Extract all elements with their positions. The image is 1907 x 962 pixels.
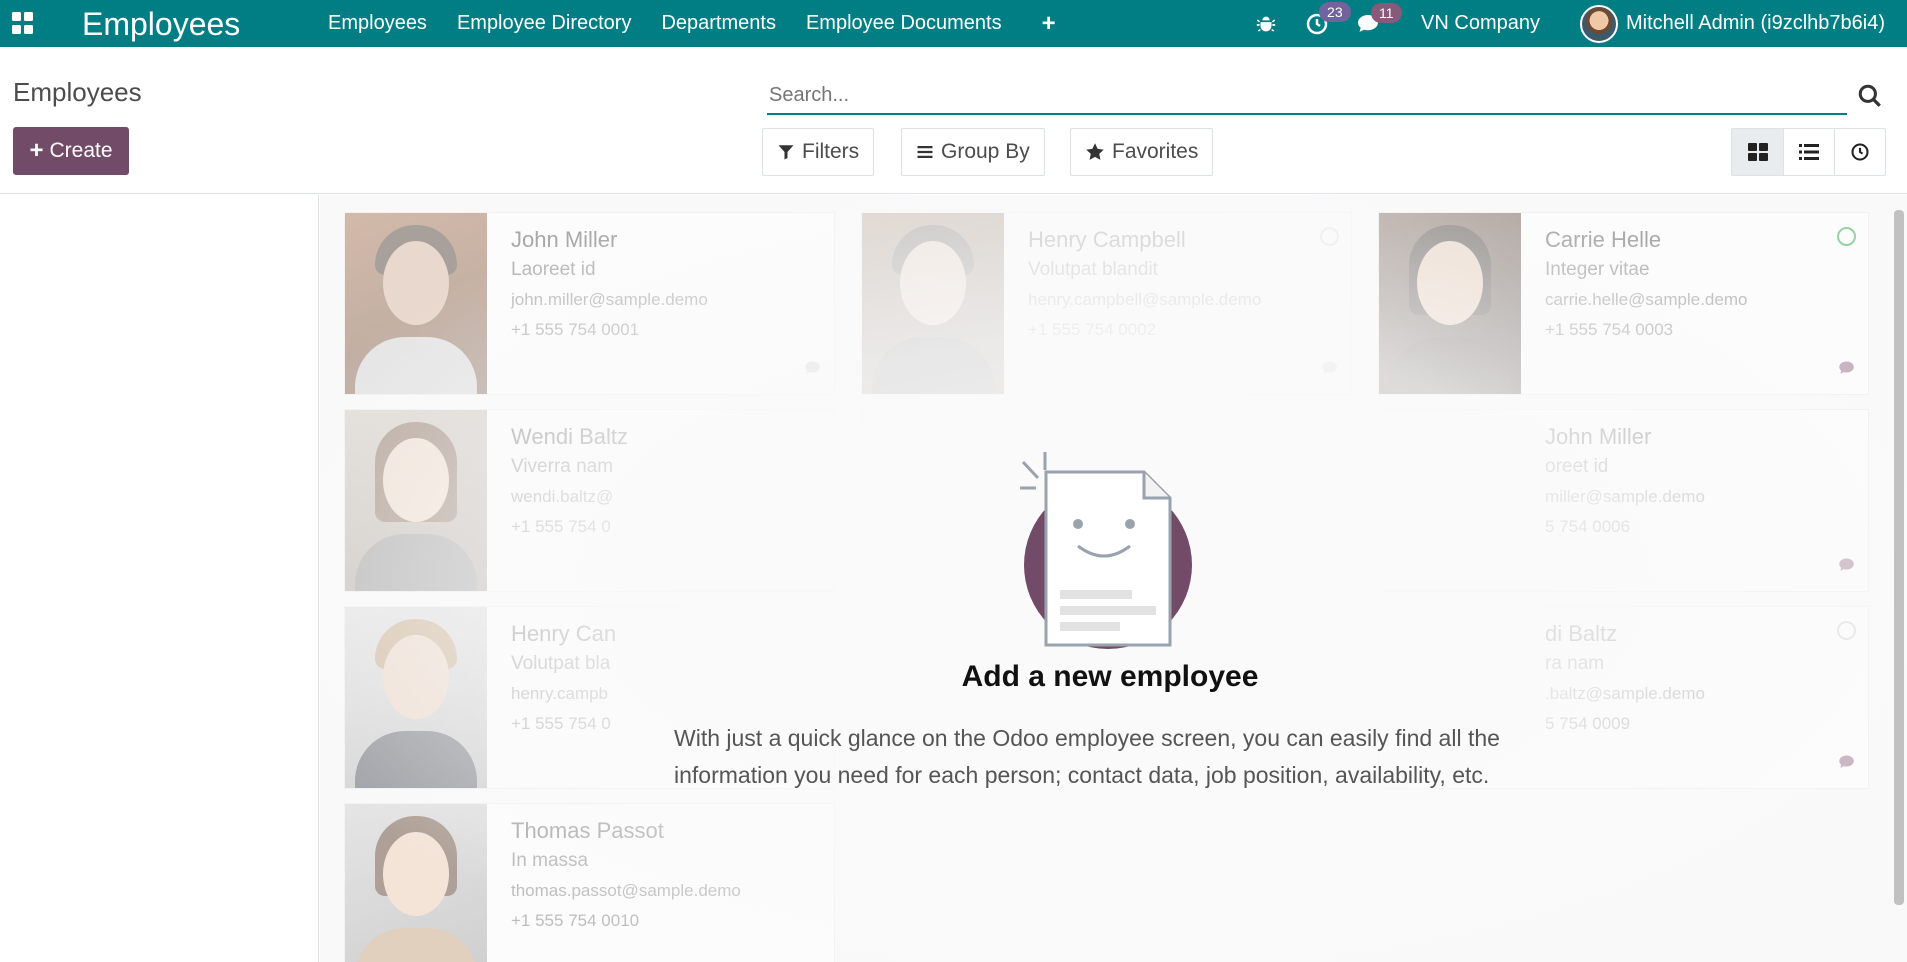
- employee-name: John Miller: [511, 227, 618, 252]
- activity-view-clock-icon[interactable]: [1834, 129, 1885, 175]
- employee-name: di Baltz: [1545, 621, 1618, 646]
- employee-phone: +1 555 754 0002: [1028, 320, 1157, 339]
- messages-badge: 11: [1371, 2, 1402, 23]
- top-navbar: Employees Employees Employee Directory D…: [0, 0, 1907, 47]
- user-menu[interactable]: Mitchell Admin (i9zclhb7b6i4): [1579, 4, 1885, 43]
- activities-clock-icon[interactable]: 23: [1305, 1, 1351, 36]
- employee-name: Wendi Baltz: [511, 424, 628, 449]
- favorites-label: Favorites: [1112, 140, 1199, 163]
- employee-job: ra nam: [1545, 653, 1605, 674]
- chat-icon[interactable]: [1838, 360, 1858, 376]
- employee-phone: +1 555 754 0001: [511, 320, 640, 339]
- employee-card: [861, 409, 1352, 423]
- help-text: With just a quick glance on the Odoo emp…: [674, 725, 1500, 788]
- menu-employee-documents[interactable]: Employee Documents: [806, 12, 1002, 35]
- employee-job: Laoreet id: [511, 259, 596, 280]
- employee-phone: +1 555 754 0010: [511, 911, 640, 930]
- add-menu-plus-icon[interactable]: +: [1042, 10, 1056, 38]
- employee-job: In massa: [511, 850, 589, 871]
- messages-chat-icon[interactable]: 11: [1357, 2, 1402, 35]
- employee-email: john.miller@sample.demo: [511, 290, 708, 309]
- employee-photo: [345, 804, 487, 962]
- employee-photo: [345, 213, 487, 394]
- scrollbar[interactable]: [1894, 210, 1904, 905]
- app-title[interactable]: Employees: [82, 4, 240, 44]
- presence-status-icon: [1837, 621, 1856, 640]
- employee-email: carrie.helle@sample.demo: [1545, 290, 1748, 309]
- chat-icon[interactable]: [1321, 360, 1341, 376]
- group-by-button[interactable]: Group By: [901, 128, 1045, 176]
- employee-name: Henry Campbell: [1028, 227, 1186, 252]
- filter-funnel-icon: [777, 143, 795, 161]
- search-panel-sidebar: [0, 195, 319, 962]
- employee-card[interactable]: Henry Campbell Volutpat blandit henry.ca…: [861, 212, 1352, 395]
- employee-phone: +1 555 754 0: [511, 517, 611, 536]
- favorites-button[interactable]: Favorites: [1070, 128, 1214, 176]
- employee-phone: +1 555 754 0003: [1545, 320, 1674, 339]
- employee-photo: [862, 213, 1004, 394]
- employee-name: John Miller: [1545, 424, 1652, 449]
- presence-status-icon: [1320, 227, 1339, 246]
- employee-job: Integer vitae: [1545, 259, 1650, 280]
- control-panel: Employees + Create Filters Group By Favo…: [0, 47, 1907, 194]
- kanban-view-icon[interactable]: [1732, 129, 1783, 175]
- chat-icon[interactable]: [1838, 557, 1858, 573]
- list-view-icon[interactable]: [1783, 129, 1834, 175]
- employee-job: Volutpat blandit: [1028, 259, 1158, 280]
- chat-icon[interactable]: [1838, 754, 1858, 770]
- employee-job: Viverra nam: [511, 456, 614, 477]
- employee-name: Carrie Helle: [1545, 227, 1662, 252]
- employee-card[interactable]: Wendi Baltz Viverra nam wendi.baltz@ +1 …: [344, 409, 835, 592]
- employee-name: Henry Can: [511, 621, 617, 646]
- activities-badge: 23: [1319, 1, 1351, 22]
- menu-departments[interactable]: Departments: [661, 12, 776, 35]
- company-switcher[interactable]: VN Company: [1421, 12, 1540, 35]
- create-button[interactable]: + Create: [13, 127, 129, 175]
- filters-label: Filters: [802, 140, 860, 163]
- search-input[interactable]: [767, 77, 1847, 113]
- employee-email: henry.campbell@sample.demo: [1028, 290, 1262, 309]
- breadcrumb: Employees: [13, 77, 142, 107]
- search-bar: [767, 77, 1847, 115]
- employee-job: oreet id: [1545, 456, 1609, 477]
- menu-employees[interactable]: Employees: [328, 12, 427, 35]
- bars-icon: [916, 143, 934, 161]
- presence-status-icon: [1837, 227, 1856, 246]
- employee-phone: 5 754 0006: [1545, 517, 1631, 536]
- systray: 23 11 VN Company Mitchell Admin (i9zclhb…: [1255, 0, 1907, 47]
- employee-photo: [345, 607, 487, 788]
- employee-email: wendi.baltz@: [511, 487, 614, 506]
- employee-name: Thomas Passot: [511, 818, 664, 843]
- employee-photo: [345, 410, 487, 591]
- group-by-label: Group By: [941, 140, 1030, 163]
- smiling-document-illustration-icon: [1020, 452, 1192, 649]
- bug-icon: [1256, 16, 1276, 32]
- user-name: Mitchell Admin (i9zclhb7b6i4): [1625, 12, 1885, 34]
- employee-card[interactable]: John Miller oreet id miller@sample.demo …: [1378, 409, 1869, 592]
- debug-bug-icon[interactable]: [1255, 13, 1277, 35]
- filters-button[interactable]: Filters: [762, 128, 875, 176]
- employee-photo: [1379, 213, 1521, 394]
- plus-icon: +: [29, 137, 44, 164]
- employee-card[interactable]: Carrie Helle Integer vitae carrie.helle@…: [1378, 212, 1869, 395]
- star-icon: [1085, 142, 1105, 162]
- search-icon[interactable]: [1857, 83, 1883, 109]
- employee-card[interactable]: Thomas Passot In massa thomas.passot@sam…: [344, 803, 835, 962]
- employee-email: .baltz@sample.demo: [1545, 684, 1705, 703]
- menu-employee-directory[interactable]: Employee Directory: [457, 12, 632, 35]
- employee-email: miller@sample.demo: [1545, 487, 1705, 506]
- avatar: [1579, 4, 1618, 43]
- help-title: Add a new employee: [961, 660, 1259, 693]
- main-menu: Employees Employee Directory Departments…: [328, 0, 1086, 47]
- employee-card[interactable]: John Miller Laoreet id john.miller@sampl…: [344, 212, 835, 395]
- apps-menu-icon[interactable]: [12, 12, 34, 34]
- employee-email: thomas.passot@sample.demo: [511, 881, 741, 900]
- chat-icon[interactable]: [804, 360, 824, 376]
- view-switcher: [1731, 128, 1886, 176]
- create-label: Create: [49, 139, 113, 162]
